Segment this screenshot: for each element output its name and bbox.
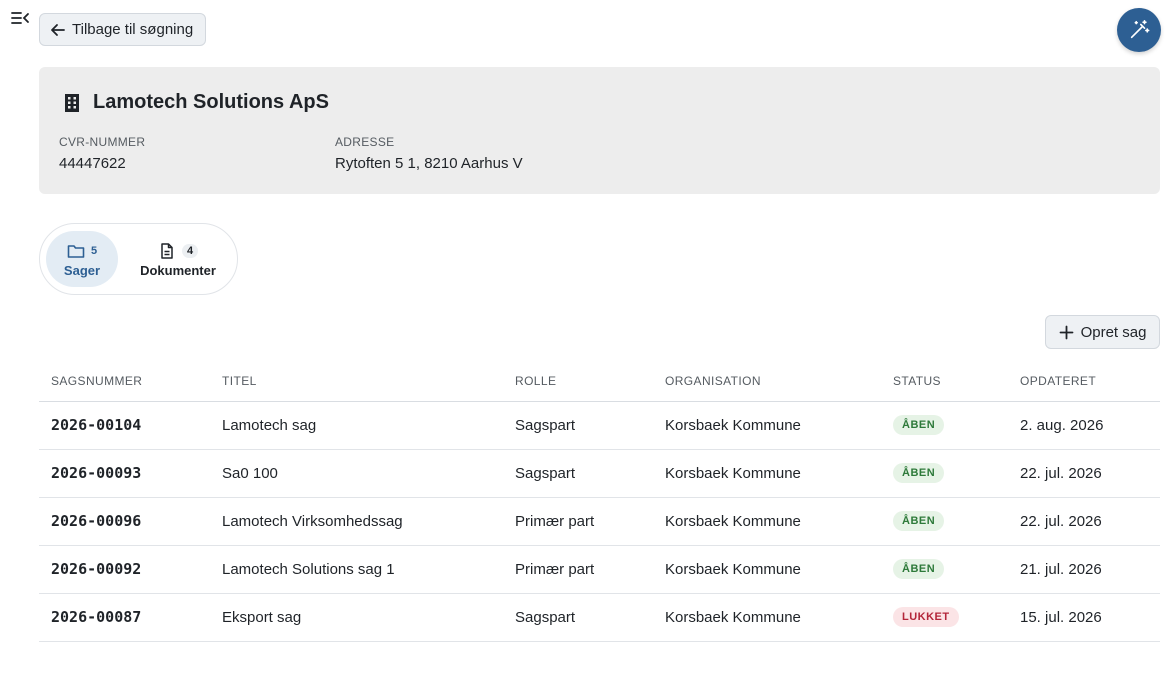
case-number-link[interactable]: 2026-00092 — [39, 545, 210, 594]
building-icon — [65, 93, 79, 112]
cvr-field: CVR-NUMMER 44447622 — [59, 135, 145, 172]
back-to-search-button[interactable]: Tilbage til søgning — [39, 13, 207, 46]
cvr-value: 44447622 — [59, 155, 126, 172]
cases-table: SAGSNUMMER TITEL ROLLE ORGANISATION STAT… — [39, 362, 1160, 642]
address-field: ADRESSE Rytoften 5 1, 8210 Aarhus V — [335, 135, 523, 172]
plus-icon — [1059, 325, 1073, 339]
table-row[interactable]: 2026-00104 Lamotech sag Sagspart Korsbae… — [39, 401, 1160, 450]
cvr-label: CVR-NUMMER — [59, 135, 146, 149]
case-number-link[interactable]: 2026-00093 — [39, 449, 210, 498]
status-badge: ÅBEN — [893, 559, 945, 579]
tab-dokumenter[interactable]: 4 Dokumenter — [128, 231, 228, 287]
table-row[interactable]: 2026-00093 Sa0 100 Sagspart Korsbaek Kom… — [39, 449, 1160, 498]
table-row[interactable]: 2026-00092 Lamotech Solutions sag 1 Prim… — [39, 545, 1160, 594]
case-updated: 22. jul. 2026 — [1008, 449, 1160, 498]
case-status-cell: ÅBEN — [881, 401, 1008, 450]
case-title: Sa0 100 — [210, 449, 503, 498]
tab-dokumenter-label: Dokumenter — [140, 262, 216, 278]
case-title: Lamotech Solutions sag 1 — [210, 545, 503, 594]
folder-icon — [67, 244, 85, 258]
document-icon — [161, 242, 173, 259]
case-number-link[interactable]: 2026-00104 — [39, 401, 210, 450]
create-case-label: Opret sag — [1080, 323, 1147, 341]
column-header-organisation[interactable]: ORGANISATION — [653, 362, 881, 402]
case-role: Sagspart — [503, 449, 653, 498]
case-updated: 15. jul. 2026 — [1008, 593, 1160, 642]
company-name: Lamotech Solutions ApS — [93, 91, 329, 113]
address-value: Rytoften 5 1, 8210 Aarhus V — [335, 155, 523, 172]
case-number-link[interactable]: 2026-00096 — [39, 497, 210, 546]
table-row[interactable]: 2026-00087 Eksport sag Sagspart Korsbaek… — [39, 593, 1160, 642]
table-row[interactable]: 2026-00096 Lamotech Virksomhedssag Primæ… — [39, 497, 1160, 546]
create-case-button[interactable]: Opret sag — [1045, 315, 1160, 349]
case-role: Primær part — [503, 497, 653, 546]
case-title: Eksport sag — [210, 593, 503, 642]
case-status-cell: ÅBEN — [881, 545, 1008, 594]
company-card: Lamotech Solutions ApS CVR-NUMMER 444476… — [39, 67, 1160, 194]
status-badge: LUKKET — [893, 607, 959, 627]
column-header-opdateret[interactable]: OPDATERET — [1008, 362, 1160, 402]
magic-wand-button[interactable] — [1117, 8, 1161, 52]
status-badge: ÅBEN — [893, 415, 945, 435]
tab-bar: 5 Sager 4 Dokumenter — [39, 223, 238, 295]
case-organisation: Korsbaek Kommune — [653, 545, 881, 594]
arrow-left-icon — [51, 23, 65, 36]
column-header-sagsnummer[interactable]: SAGSNUMMER — [39, 362, 210, 402]
case-title: Lamotech Virksomhedssag — [210, 497, 503, 546]
column-header-status[interactable]: STATUS — [881, 362, 1008, 402]
back-button-label: Tilbage til søgning — [72, 21, 194, 38]
case-role: Primær part — [503, 545, 653, 594]
magic-wand-icon — [1130, 20, 1150, 39]
column-header-rolle[interactable]: ROLLE — [503, 362, 653, 402]
case-organisation: Korsbaek Kommune — [653, 497, 881, 546]
tab-sager-count: 5 — [90, 244, 98, 257]
case-role: Sagspart — [503, 593, 653, 642]
status-badge: ÅBEN — [893, 511, 945, 531]
case-title: Lamotech sag — [210, 401, 503, 450]
tab-dokumenter-count: 4 — [181, 243, 199, 258]
case-status-cell: ÅBEN — [881, 497, 1008, 546]
table-header-row: SAGSNUMMER TITEL ROLLE ORGANISATION STAT… — [39, 362, 1160, 402]
address-label: ADRESSE — [335, 135, 395, 149]
case-organisation: Korsbaek Kommune — [653, 449, 881, 498]
sidebar-toggle-icon[interactable] — [10, 10, 30, 26]
company-header: Lamotech Solutions ApS — [63, 91, 329, 114]
case-status-cell: LUKKET — [881, 593, 1008, 642]
status-badge: ÅBEN — [893, 463, 945, 483]
tab-sager-label: Sager — [63, 262, 101, 278]
case-status-cell: ÅBEN — [881, 449, 1008, 498]
case-role: Sagspart — [503, 401, 653, 450]
case-updated: 2. aug. 2026 — [1008, 401, 1160, 450]
case-updated: 21. jul. 2026 — [1008, 545, 1160, 594]
case-organisation: Korsbaek Kommune — [653, 401, 881, 450]
case-organisation: Korsbaek Kommune — [653, 593, 881, 642]
case-updated: 22. jul. 2026 — [1008, 497, 1160, 546]
column-header-titel[interactable]: TITEL — [210, 362, 503, 402]
tab-sager[interactable]: 5 Sager — [46, 231, 118, 287]
case-number-link[interactable]: 2026-00087 — [39, 593, 210, 642]
